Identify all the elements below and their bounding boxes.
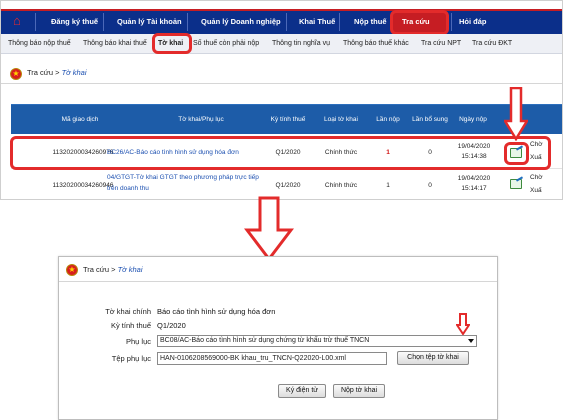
menu-separator [339,13,340,31]
menu-separator [187,13,188,31]
divider [59,281,497,282]
menu-separator [35,13,36,31]
value-ky-tinh-thue: Q1/2020 [157,321,186,330]
tep-phu-luc-field[interactable]: HAN-0106208569000-BK khau_tru_TNCN-Q2202… [157,352,387,365]
col-ky-tinh-thue: Kỳ tính thuế [270,116,306,123]
submenu-tra-cuu-npt[interactable]: Tra cứu NPT [421,40,461,47]
cell-lan-nop: 1 [386,182,390,189]
icon-highlight-box [504,142,529,165]
submenu-thong-bao-nop-thue[interactable]: Thông báo nộp thuế [8,40,71,47]
submenu-thong-bao-thue-khac[interactable]: Thông báo thuế khác [343,40,409,47]
breadcrumb-current[interactable]: Tờ khai [62,68,87,77]
cell-gio-nop: 15:14:17 [461,185,487,192]
col-loai-to-khai: Loại tờ khai [324,116,358,123]
label-ky-tinh-thue: Kỳ tính thuế [110,321,151,330]
sign-button[interactable]: Ký điện tử [278,384,326,398]
sub-menu-bar: Thông báo nộp thuế Thông báo khai thuế T… [1,34,562,54]
col-lan-bo-sung: Lần bổ sung [412,116,448,123]
upload-appendix-panel: ★ Tra cứu > Tờ khai Tờ khai chính Báo cá… [58,256,498,420]
col-extra [533,105,562,135]
menu-item-nop-thue[interactable]: Nộp thuế [354,15,387,29]
menu-item-hoi-dap[interactable]: Hỏi đáp [459,15,487,29]
tra-cuu-highlight-box [390,10,449,35]
tep-phu-luc-value: HAN-0106208569000-BK khau_tru_TNCN-Q2202… [160,355,346,362]
submenu-so-thue-con-phai-nop[interactable]: Số thuế còn phải nộp [193,40,259,47]
menu-separator [103,13,104,31]
arrow-down-icon [244,196,294,262]
cell-to-khai-link-cont[interactable]: trên doanh thu [107,185,149,192]
label-to-khai-chinh: Tờ khai chính [105,307,151,316]
cell-to-khai-link[interactable]: 04/GTGT-Tờ khai GTGT theo phương pháp tr… [107,174,259,181]
national-emblem-icon: ★ [66,264,78,276]
col-to-khai: Tờ khai/Phụ lục [178,116,224,123]
menu-separator [451,13,452,31]
cell-status-2: Xuấ [530,187,542,194]
phu-luc-select[interactable]: BC08/AC-Báo cáo tình hình sử dụng chứng … [157,335,477,347]
to-khai-highlight-box [152,33,192,54]
edit-form-icon[interactable] [510,179,522,189]
chevron-down-icon [468,339,474,343]
arrow-down-icon [456,313,470,335]
menu-item-quan-ly-tai-khoan[interactable]: Quản lý Tài khoản [117,15,182,29]
cell-status-1: Chờ [530,174,543,181]
submenu-thong-tin-nghia-vu[interactable]: Thông tin nghĩa vụ [272,40,330,47]
row-highlight-box [10,136,551,170]
menu-item-dang-ky-thue[interactable]: Đăng ký thuế [51,15,98,29]
table-header: Mã giao dịch Tờ khai/Phụ lục Kỳ tính thu… [11,104,562,135]
arrow-down-icon [504,87,528,141]
col-lan-nop: Lần nộp [376,116,400,123]
portal-screenshot: ⌂ Đăng ký thuế Quản lý Tài khoản Quản lý… [0,0,563,200]
breadcrumb-section: Tra cứu > [27,68,60,77]
breadcrumb-section: Tra cứu > [83,265,116,274]
submenu-tra-cuu-dkt[interactable]: Tra cứu ĐKT [472,40,512,47]
submenu-thong-bao-khai-thue[interactable]: Thông báo khai thuế [83,40,147,47]
menu-item-khai-thue[interactable]: Khai Thuế [299,15,335,29]
national-emblem-icon: ★ [10,68,22,80]
label-tep-phu-luc: Tệp phụ lục [111,354,151,363]
submit-button[interactable]: Nộp tờ khai [333,384,385,398]
divider [1,83,562,84]
menu-item-quan-ly-doanh-nghiep[interactable]: Quản lý Doanh nghiệp [201,15,281,29]
cell-ngay-nop: 19/04/2020 [457,175,491,182]
col-ma-giao-dich: Mã giao dịch [61,116,99,123]
menu-separator [286,13,287,31]
home-icon[interactable]: ⌂ [13,14,27,28]
label-phu-luc: Phụ lục [125,337,151,346]
breadcrumb: Tra cứu > Tờ khai [27,67,87,79]
choose-file-button[interactable]: Chọn tệp tờ khai [397,351,469,365]
cell-loai-to-khai: Chính thức [324,182,358,189]
breadcrumb-current[interactable]: Tờ khai [118,265,143,274]
value-to-khai-chinh: Báo cáo tình hình sử dụng hóa đơn [157,307,276,316]
phu-luc-selected-value: BC08/AC-Báo cáo tình hình sử dụng chứng … [160,337,370,344]
dialog-breadcrumb: Tra cứu > Tờ khai [83,264,143,276]
cell-lan-bo-sung: 0 [428,182,432,189]
main-menu-bar: ⌂ Đăng ký thuế Quản lý Tài khoản Quản lý… [1,1,562,34]
cell-ky-tinh-thue: Q1/2020 [275,182,301,189]
col-ngay-nop: Ngày nộp [459,116,487,123]
